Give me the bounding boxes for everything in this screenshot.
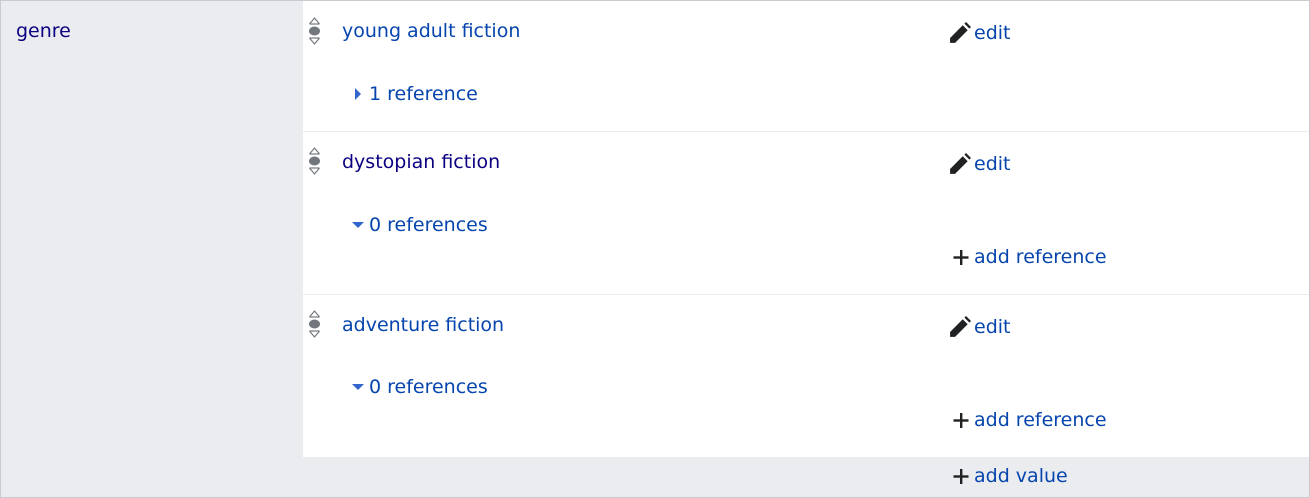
rank-selector-icon[interactable]: [308, 146, 322, 176]
rank-selector-icon[interactable]: [308, 16, 322, 46]
add-reference-button[interactable]: add reference: [951, 409, 1107, 431]
statement-value-link[interactable]: adventure fiction: [342, 314, 504, 336]
property-label-genre[interactable]: genre: [16, 20, 71, 42]
add-value-button[interactable]: add value: [951, 465, 1068, 487]
references-toggle[interactable]: 1 reference: [351, 83, 478, 105]
references-toggle[interactable]: 0 references: [351, 214, 488, 236]
rank-selector-icon[interactable]: [308, 309, 322, 339]
edit-label: edit: [974, 153, 1011, 175]
triangle-down-icon: [352, 384, 364, 390]
statement-value-link[interactable]: young adult fiction: [342, 20, 520, 42]
statement-young-adult-fiction: young adult fiction edit 1 reference: [303, 1, 1309, 131]
references-count: 0 references: [369, 376, 488, 398]
references-count: 1 reference: [369, 83, 478, 105]
references-toggle[interactable]: 0 references: [351, 376, 488, 398]
add-reference-button[interactable]: add reference: [951, 246, 1107, 268]
triangle-down-icon: [352, 222, 364, 228]
statement-value-link[interactable]: dystopian fiction: [342, 151, 500, 173]
statement-dystopian-fiction: dystopian fiction edit 0 references add …: [303, 131, 1309, 294]
edit-button[interactable]: edit: [949, 22, 1010, 44]
references-count: 0 references: [369, 214, 488, 236]
plus-icon: [953, 469, 969, 484]
pencil-icon: [950, 22, 971, 43]
pencil-icon: [950, 316, 971, 337]
add-reference-label: add reference: [974, 246, 1107, 268]
statement-group-footer: add value: [303, 457, 1309, 497]
pencil-icon: [950, 153, 971, 174]
triangle-right-icon: [355, 88, 361, 100]
edit-label: edit: [974, 22, 1011, 44]
statement-group: genre young adult fiction edit 1 referen…: [0, 0, 1310, 498]
plus-icon: [953, 413, 969, 428]
add-reference-label: add reference: [974, 409, 1107, 431]
edit-label: edit: [974, 316, 1011, 338]
edit-button[interactable]: edit: [949, 316, 1010, 338]
statement-adventure-fiction: adventure fiction edit 0 references add …: [303, 294, 1309, 457]
edit-button[interactable]: edit: [949, 153, 1010, 175]
plus-icon: [953, 250, 969, 265]
add-value-label: add value: [974, 465, 1068, 487]
